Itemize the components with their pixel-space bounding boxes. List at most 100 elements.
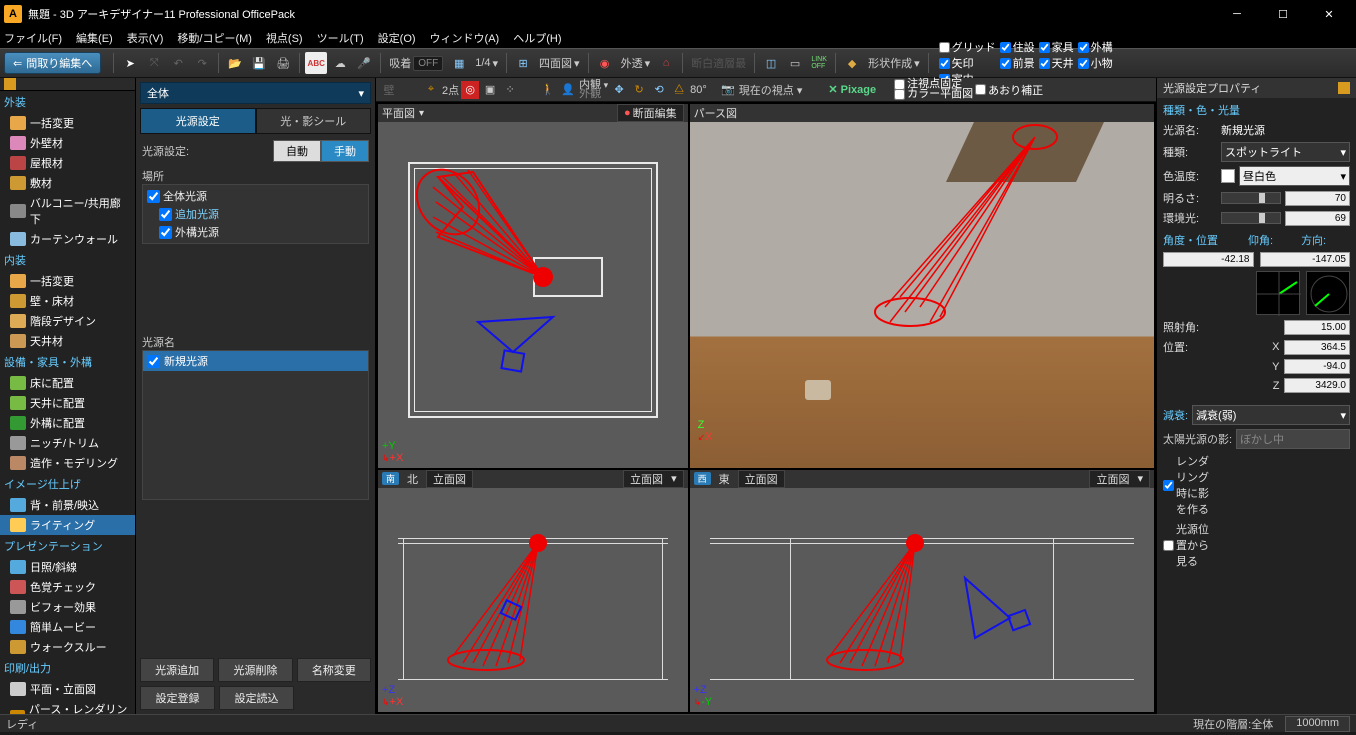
grid-icon[interactable]: ▦ <box>448 52 470 74</box>
trans-select[interactable]: 外透 ▾ <box>617 55 655 71</box>
house-icon[interactable]: ⌂ <box>655 52 677 74</box>
env-input[interactable] <box>1285 211 1351 226</box>
nav-item[interactable]: 壁・床材 <box>0 291 135 311</box>
chk-ceiling[interactable]: 天井 <box>1039 55 1074 71</box>
dir-dial[interactable] <box>1306 271 1350 315</box>
chk-view-from-light[interactable]: 光源位置から見る <box>1163 521 1217 569</box>
save-settings-button[interactable]: 設定登録 <box>140 686 215 710</box>
viewport-elevation-west[interactable]: 西 東 立面図 立面図▾ <box>690 470 1154 712</box>
nav-item[interactable]: 背・前景/映込 <box>0 495 135 515</box>
menu-view[interactable]: 表示(V) <box>127 30 164 46</box>
lightname-item[interactable]: 新規光源 <box>143 351 368 371</box>
place-exterior[interactable]: 外構光源 <box>145 223 366 241</box>
chk-furniture[interactable]: 家具 <box>1039 39 1074 55</box>
pointer-icon[interactable]: ➤ <box>119 52 141 74</box>
snap-toggle[interactable]: 吸着 OFF <box>385 55 447 71</box>
nav-item[interactable]: ニッチ/トリム <box>0 433 135 453</box>
target-icon[interactable]: ◎ <box>461 81 479 99</box>
pan-icon[interactable]: ⤧ <box>143 52 165 74</box>
crop-icon[interactable]: ▭ <box>784 52 806 74</box>
scope-combo[interactable]: 全体▾ <box>140 82 371 104</box>
walk-icon[interactable]: 🚶 <box>539 81 557 99</box>
mic-icon[interactable]: 🎤 <box>353 52 375 74</box>
place-all[interactable]: 全体光源 <box>145 187 366 205</box>
elev-dd-3[interactable]: 立面図 <box>738 470 785 488</box>
person-icon[interactable]: 👤 <box>559 81 577 99</box>
north-pill[interactable]: 北 <box>403 471 422 487</box>
viewport-perspective[interactable]: パース図 Z↙X <box>690 104 1154 468</box>
prop-type-select[interactable]: スポットライト▾ <box>1221 142 1350 162</box>
shape-icon[interactable]: ◆ <box>841 52 863 74</box>
chk-exterior-items[interactable]: 外構 <box>1078 39 1113 55</box>
south-pill[interactable]: 南 <box>382 472 399 485</box>
irr-input[interactable] <box>1284 320 1351 335</box>
nav-item[interactable]: 簡単ムービー <box>0 617 135 637</box>
chk-grid[interactable]: グリッド <box>939 39 996 55</box>
nav-item[interactable]: 一括変更 <box>0 113 135 133</box>
nav-item[interactable]: 敷材 <box>0 173 135 193</box>
viewpoint-select[interactable]: 現在の視点 ▾ <box>739 82 803 98</box>
posz-input[interactable] <box>1284 378 1351 393</box>
nav-item[interactable]: 天井材 <box>0 331 135 351</box>
shape-select[interactable]: 形状作成 ▾ <box>864 55 924 71</box>
viewmode-icon[interactable]: ⊞ <box>512 52 534 74</box>
elev-dd-1[interactable]: 立面図 <box>426 470 473 488</box>
move-icon[interactable]: ✥ <box>610 81 628 99</box>
close-button[interactable]: ✕ <box>1306 0 1352 28</box>
posy-input[interactable] <box>1284 359 1351 374</box>
redo-icon[interactable]: ↷ <box>191 52 213 74</box>
rename-light-button[interactable]: 名称変更 <box>297 658 371 682</box>
save-icon[interactable]: 💾 <box>248 52 270 74</box>
menu-edit[interactable]: 編集(E) <box>76 30 113 46</box>
chk-tilt[interactable]: あおり補正 <box>975 82 1043 98</box>
dir-input[interactable] <box>1260 252 1351 267</box>
light-mode-manual[interactable]: 手動 <box>321 140 369 162</box>
box-icon[interactable]: ▣ <box>481 81 499 99</box>
nav-item[interactable]: バルコニー/共用廊下 <box>0 193 135 229</box>
elev-dial[interactable] <box>1256 271 1300 315</box>
points-icon[interactable]: ⌖ <box>422 81 440 99</box>
nav-item[interactable]: 平面・立面図 <box>0 679 135 699</box>
brightness-input[interactable] <box>1285 191 1351 206</box>
chk-accessory[interactable]: 小物 <box>1078 55 1113 71</box>
lightname-list[interactable]: 新規光源 <box>142 350 369 500</box>
nav-item[interactable]: 床に配置 <box>0 373 135 393</box>
light-mode-auto[interactable]: 自動 <box>273 140 321 162</box>
delete-light-button[interactable]: 光源削除 <box>218 658 292 682</box>
posx-input[interactable] <box>1284 340 1351 355</box>
compass-icon[interactable]: ⧋ <box>670 81 688 99</box>
env-slider[interactable] <box>1221 212 1281 224</box>
tab-light-shadow-seal[interactable]: 光・影シール <box>256 108 372 134</box>
dots-icon[interactable]: ⁘ <box>501 81 519 99</box>
menu-file[interactable]: ファイル(F) <box>4 30 62 46</box>
orbit-icon[interactable]: ⟲ <box>650 81 668 99</box>
elev-input[interactable] <box>1163 252 1254 267</box>
section-edit-button[interactable]: ●断面編集 <box>617 104 684 122</box>
select-box-icon[interactable]: ◫ <box>760 52 782 74</box>
chk-equipment[interactable]: 住設 <box>1000 39 1035 55</box>
menu-tool[interactable]: ツール(T) <box>317 30 364 46</box>
print-icon[interactable]: 🖨 <box>272 52 294 74</box>
viewport-plan[interactable]: 平面図 ▾ ●断面編集 +Y↳+X <box>378 104 688 468</box>
tab-light-settings[interactable]: 光源設定 <box>140 108 256 134</box>
decay-select[interactable]: 減衰(弱)▾ <box>1192 405 1350 425</box>
cloud-icon[interactable]: ☁ <box>329 52 351 74</box>
nav-item[interactable]: 日照/斜線 <box>0 557 135 577</box>
brightness-slider[interactable] <box>1221 192 1281 204</box>
left-collapse-icon[interactable] <box>4 78 16 90</box>
link-icon[interactable]: LINKOFF <box>808 52 830 74</box>
nav-item[interactable]: 外構に配置 <box>0 413 135 433</box>
light-mode-segment[interactable]: 自動 手動 <box>273 140 369 162</box>
pixage-button[interactable]: ✕ Pixage <box>822 83 882 96</box>
chk-arrow[interactable]: 矢印 <box>939 55 996 71</box>
elev-dd-2[interactable]: 立面図▾ <box>623 470 684 488</box>
rotate-icon[interactable]: ↻ <box>630 81 648 99</box>
chk-render-shadow[interactable]: レンダリング時に影を作る <box>1163 453 1217 517</box>
right-collapse-icon[interactable] <box>1338 82 1350 94</box>
nav-item[interactable]: 色覚チェック <box>0 577 135 597</box>
camera-icon[interactable]: 📷 <box>719 81 737 99</box>
sunshadow-select[interactable]: ぼかし中 <box>1236 429 1350 449</box>
nav-item[interactable]: 天井に配置 <box>0 393 135 413</box>
status-zoom[interactable]: 1000mm <box>1285 716 1350 732</box>
nav-item[interactable]: 造作・モデリング <box>0 453 135 473</box>
